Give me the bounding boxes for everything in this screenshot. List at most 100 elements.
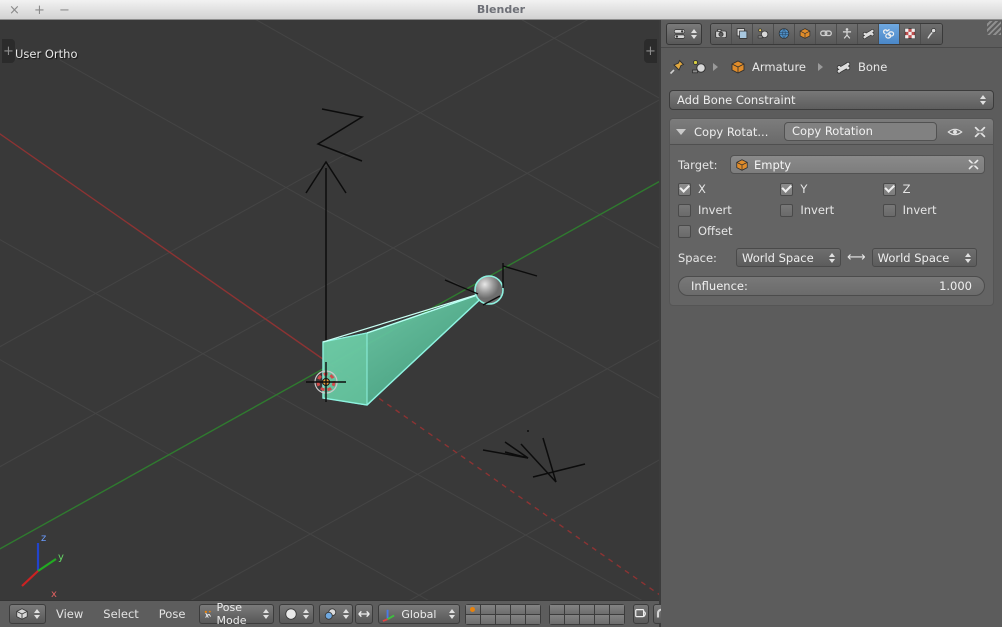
add-constraint-spinner-icon [980, 95, 986, 105]
layer-cell[interactable] [481, 604, 496, 614]
invert-z-checkbox[interactable]: Invert [882, 203, 985, 217]
invert-x-label: Invert [698, 203, 732, 217]
tab-world[interactable] [774, 23, 795, 44]
tab-object[interactable] [795, 23, 816, 44]
pin-icon[interactable] [669, 59, 685, 75]
layer-cell[interactable] [481, 614, 496, 624]
layer-cell[interactable] [580, 604, 595, 614]
layer-cell[interactable] [595, 604, 610, 614]
layer-cell[interactable] [526, 604, 541, 614]
owner-space-dropdown[interactable]: World Space [736, 248, 841, 267]
object-cube-icon [799, 28, 811, 39]
layer-cell[interactable] [496, 604, 511, 614]
close-icon[interactable]: × [8, 4, 21, 17]
minimize-icon[interactable]: − [58, 4, 71, 17]
layer-cell[interactable] [565, 614, 580, 624]
blender-window: Blender × + − z y x User Ortho + + View … [0, 0, 1002, 627]
layer-cell[interactable] [511, 614, 526, 624]
target-object-field[interactable]: Empty [730, 155, 985, 174]
axis-x-label: x [51, 589, 57, 600]
tab-bone[interactable] [858, 23, 879, 44]
tab-scene[interactable] [753, 23, 774, 44]
close-x-icon[interactable] [973, 125, 987, 139]
menu-view[interactable]: View [46, 604, 93, 624]
constraint-type-label: Copy Rotat... [694, 124, 769, 139]
pivot-spinner-icon [343, 609, 350, 619]
toolshelf-toggle-left[interactable]: + [2, 39, 15, 63]
close-x-icon[interactable] [967, 158, 980, 171]
breadcrumb-item-bone[interactable]: Bone [858, 60, 887, 74]
tab-object-data-armature[interactable] [837, 23, 858, 44]
owner-space-value: World Space [742, 250, 814, 265]
tab-render[interactable] [711, 23, 732, 44]
invert-z-label: Invert [902, 203, 937, 217]
axis-x-label: X [698, 182, 706, 196]
layer-cell[interactable] [565, 604, 580, 614]
checkbox-offset-icon[interactable] [678, 224, 691, 238]
checkbox-invert-x-icon[interactable] [678, 203, 691, 217]
layer-cell[interactable] [610, 614, 625, 624]
space-row: Space: World Space ⟷ World Space [678, 248, 985, 267]
bone-icon[interactable] [835, 59, 852, 75]
breadcrumb-separator-icon [713, 63, 718, 71]
constraint-panel-header[interactable]: Copy Rotat... Copy Rotation [670, 119, 993, 145]
layer-cell[interactable] [550, 604, 565, 614]
chevron-down-icon[interactable] [676, 128, 686, 135]
layer-cell[interactable] [550, 614, 565, 624]
scene-icon[interactable] [691, 59, 707, 75]
offset-checkbox[interactable]: Offset [678, 224, 784, 238]
layer-cell[interactable] [526, 614, 541, 624]
object-cube-icon[interactable] [730, 59, 746, 75]
tab-bone-constraints[interactable] [879, 23, 900, 44]
checker-texture-icon [904, 28, 916, 39]
target-space-dropdown[interactable]: World Space [871, 248, 977, 267]
render-layers-icon [736, 28, 748, 39]
tab-object-constraints[interactable] [816, 23, 837, 44]
tab-texture[interactable] [900, 23, 921, 44]
manipulator-toggle[interactable] [355, 604, 374, 624]
scene-layers-group-1[interactable] [465, 603, 542, 625]
scene-layers-group-2[interactable] [549, 603, 626, 625]
tab-render-layers[interactable] [732, 23, 753, 44]
checkbox-invert-z-icon[interactable] [882, 203, 896, 217]
viewport-view-label: User Ortho [15, 47, 78, 61]
checkbox-x-icon[interactable] [678, 182, 691, 196]
checkbox-y-icon[interactable] [780, 182, 794, 196]
influence-slider[interactable]: Influence: 1.000 [678, 276, 985, 296]
render-preview-button[interactable] [633, 604, 650, 624]
shading-selector[interactable] [279, 604, 315, 624]
transform-orientation-selector[interactable]: Global [378, 604, 461, 624]
layer-cell[interactable] [466, 604, 481, 614]
add-bone-constraint-button[interactable]: Add Bone Constraint [669, 90, 994, 110]
axis-z-checkbox[interactable]: Z [882, 182, 985, 196]
axis-x-checkbox[interactable]: X [678, 182, 780, 196]
invert-y-checkbox[interactable]: Invert [780, 203, 882, 217]
constraint-name-input[interactable]: Copy Rotation [784, 122, 937, 141]
solid-shading-icon [285, 608, 298, 620]
tab-physics[interactable] [921, 23, 942, 44]
menu-pose[interactable]: Pose [149, 604, 196, 624]
invert-x-checkbox[interactable]: Invert [678, 203, 780, 217]
layer-cell[interactable] [466, 614, 481, 624]
add-bone-constraint-label: Add Bone Constraint [677, 93, 796, 107]
editor-type-button[interactable] [9, 604, 46, 624]
properties-editor-type-button[interactable] [666, 22, 702, 45]
breadcrumb-item-armature[interactable]: Armature [752, 60, 806, 74]
properties-header-grip[interactable] [987, 21, 1001, 35]
layer-cell[interactable] [580, 614, 595, 624]
3d-viewport[interactable]: z y x User Ortho (1) Armature : Bone + + [0, 20, 659, 600]
layer-cell[interactable] [511, 604, 526, 614]
menu-select[interactable]: Select [93, 604, 148, 624]
target-space-value: World Space [877, 250, 950, 265]
layer-cell[interactable] [496, 614, 511, 624]
properties-toggle-right[interactable]: + [644, 39, 657, 63]
mode-selector[interactable]: Pose Mode [199, 601, 275, 627]
pivot-selector[interactable] [319, 604, 354, 624]
maximize-icon[interactable]: + [33, 4, 46, 17]
eye-icon[interactable] [947, 125, 963, 139]
layer-cell[interactable] [610, 604, 625, 614]
checkbox-z-icon[interactable] [882, 182, 896, 196]
layer-cell[interactable] [595, 614, 610, 624]
axis-y-checkbox[interactable]: Y [780, 182, 882, 196]
checkbox-invert-y-icon[interactable] [780, 203, 794, 217]
